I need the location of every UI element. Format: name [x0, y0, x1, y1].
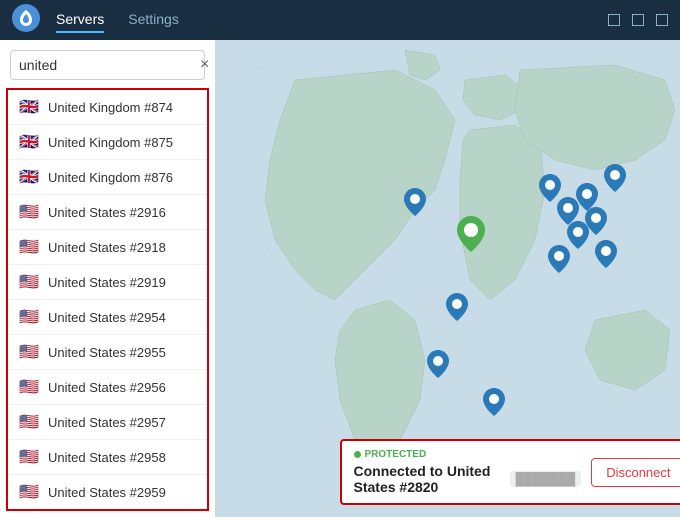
server-name: United Kingdom #874	[48, 100, 173, 115]
map-pin[interactable]	[595, 240, 617, 272]
search-input[interactable]	[19, 57, 200, 73]
flag-icon: 🇺🇸	[18, 414, 40, 430]
search-clear-button[interactable]: ×	[200, 57, 209, 73]
protected-label: PROTECTED	[365, 449, 427, 460]
map-pin[interactable]	[585, 207, 607, 239]
flag-icon: 🇺🇸	[18, 204, 40, 220]
maximize-button[interactable]	[632, 14, 644, 26]
server-item[interactable]: 🇺🇸 United States #2959	[8, 475, 207, 510]
disconnect-button[interactable]: Disconnect	[591, 458, 680, 487]
server-item[interactable]: 🇬🇧 United Kingdom #875	[8, 125, 207, 160]
title-bar-nav: Servers Settings	[56, 7, 179, 33]
sidebar: × 🇬🇧 United Kingdom #874 🇬🇧 United Kingdom …	[0, 40, 215, 517]
flag-icon: 🇺🇸	[18, 449, 40, 465]
map-pin[interactable]	[457, 216, 485, 256]
map-pin[interactable]	[548, 245, 570, 277]
flag-icon: 🇺🇸	[18, 379, 40, 395]
server-name: United States #2919	[48, 275, 166, 290]
server-name: United States #2958	[48, 450, 166, 465]
nav-servers[interactable]: Servers	[56, 7, 104, 33]
status-info: PROTECTED Connected to United States #28…	[354, 449, 582, 495]
flag-icon: 🇺🇸	[18, 309, 40, 325]
server-item[interactable]: 🇺🇸 United States #2956	[8, 370, 207, 405]
server-item[interactable]: 🇺🇸 United States #2919	[8, 265, 207, 300]
map-pin[interactable]	[427, 350, 449, 382]
connected-server-label: Connected to United States #2820	[354, 463, 504, 495]
server-item[interactable]: 🇺🇸 United States #2958	[8, 440, 207, 475]
server-item[interactable]: 🇺🇸 United States #2955	[8, 335, 207, 370]
flag-icon: 🇬🇧	[18, 169, 40, 185]
title-bar: Servers Settings	[0, 0, 680, 40]
close-button[interactable]	[656, 14, 668, 26]
server-name: United Kingdom #876	[48, 170, 173, 185]
flag-icon: 🇺🇸	[18, 484, 40, 500]
app-logo	[12, 4, 40, 37]
server-name: United States #2955	[48, 345, 166, 360]
flag-icon: 🇺🇸	[18, 274, 40, 290]
map-pin[interactable]	[446, 293, 468, 325]
server-name: United Kingdom #875	[48, 135, 173, 150]
flag-icon: 🇺🇸	[18, 344, 40, 360]
window-controls	[608, 14, 668, 26]
map-pin[interactable]	[404, 188, 426, 220]
flag-icon: 🇬🇧	[18, 134, 40, 150]
nav-settings[interactable]: Settings	[128, 7, 179, 33]
server-name: United States #2959	[48, 485, 166, 500]
search-box[interactable]: ×	[10, 50, 205, 80]
server-item[interactable]: 🇺🇸 United States #2918	[8, 230, 207, 265]
map-pin[interactable]	[604, 164, 626, 196]
status-bar: PROTECTED Connected to United States #28…	[340, 439, 680, 505]
flag-icon: 🇬🇧	[18, 99, 40, 115]
flag-icon: 🇺🇸	[18, 239, 40, 255]
ip-masked: ███████	[510, 471, 582, 487]
status-dot	[354, 451, 361, 458]
map-pin[interactable]	[483, 388, 505, 420]
minimize-button[interactable]	[608, 14, 620, 26]
server-item[interactable]: 🇺🇸 United States #2916	[8, 195, 207, 230]
server-name: United States #2916	[48, 205, 166, 220]
server-name: United States #2954	[48, 310, 166, 325]
server-item[interactable]: 🇬🇧 United Kingdom #874	[8, 90, 207, 125]
protected-badge: PROTECTED	[354, 449, 582, 460]
server-list: 🇬🇧 United Kingdom #874 🇬🇧 United Kingdom #8…	[6, 88, 209, 511]
server-name: United States #2957	[48, 415, 166, 430]
server-item[interactable]: 🇺🇸 United States #2957	[8, 405, 207, 440]
server-name: United States #2956	[48, 380, 166, 395]
server-name: United States #2918	[48, 240, 166, 255]
server-item[interactable]: 🇺🇸 United States #2954	[8, 300, 207, 335]
map-area: PROTECTED Connected to United States #28…	[215, 40, 680, 517]
server-item[interactable]: 🇬🇧 United Kingdom #876	[8, 160, 207, 195]
main-layout: × 🇬🇧 United Kingdom #874 🇬🇧 United Kingdom …	[0, 40, 680, 517]
